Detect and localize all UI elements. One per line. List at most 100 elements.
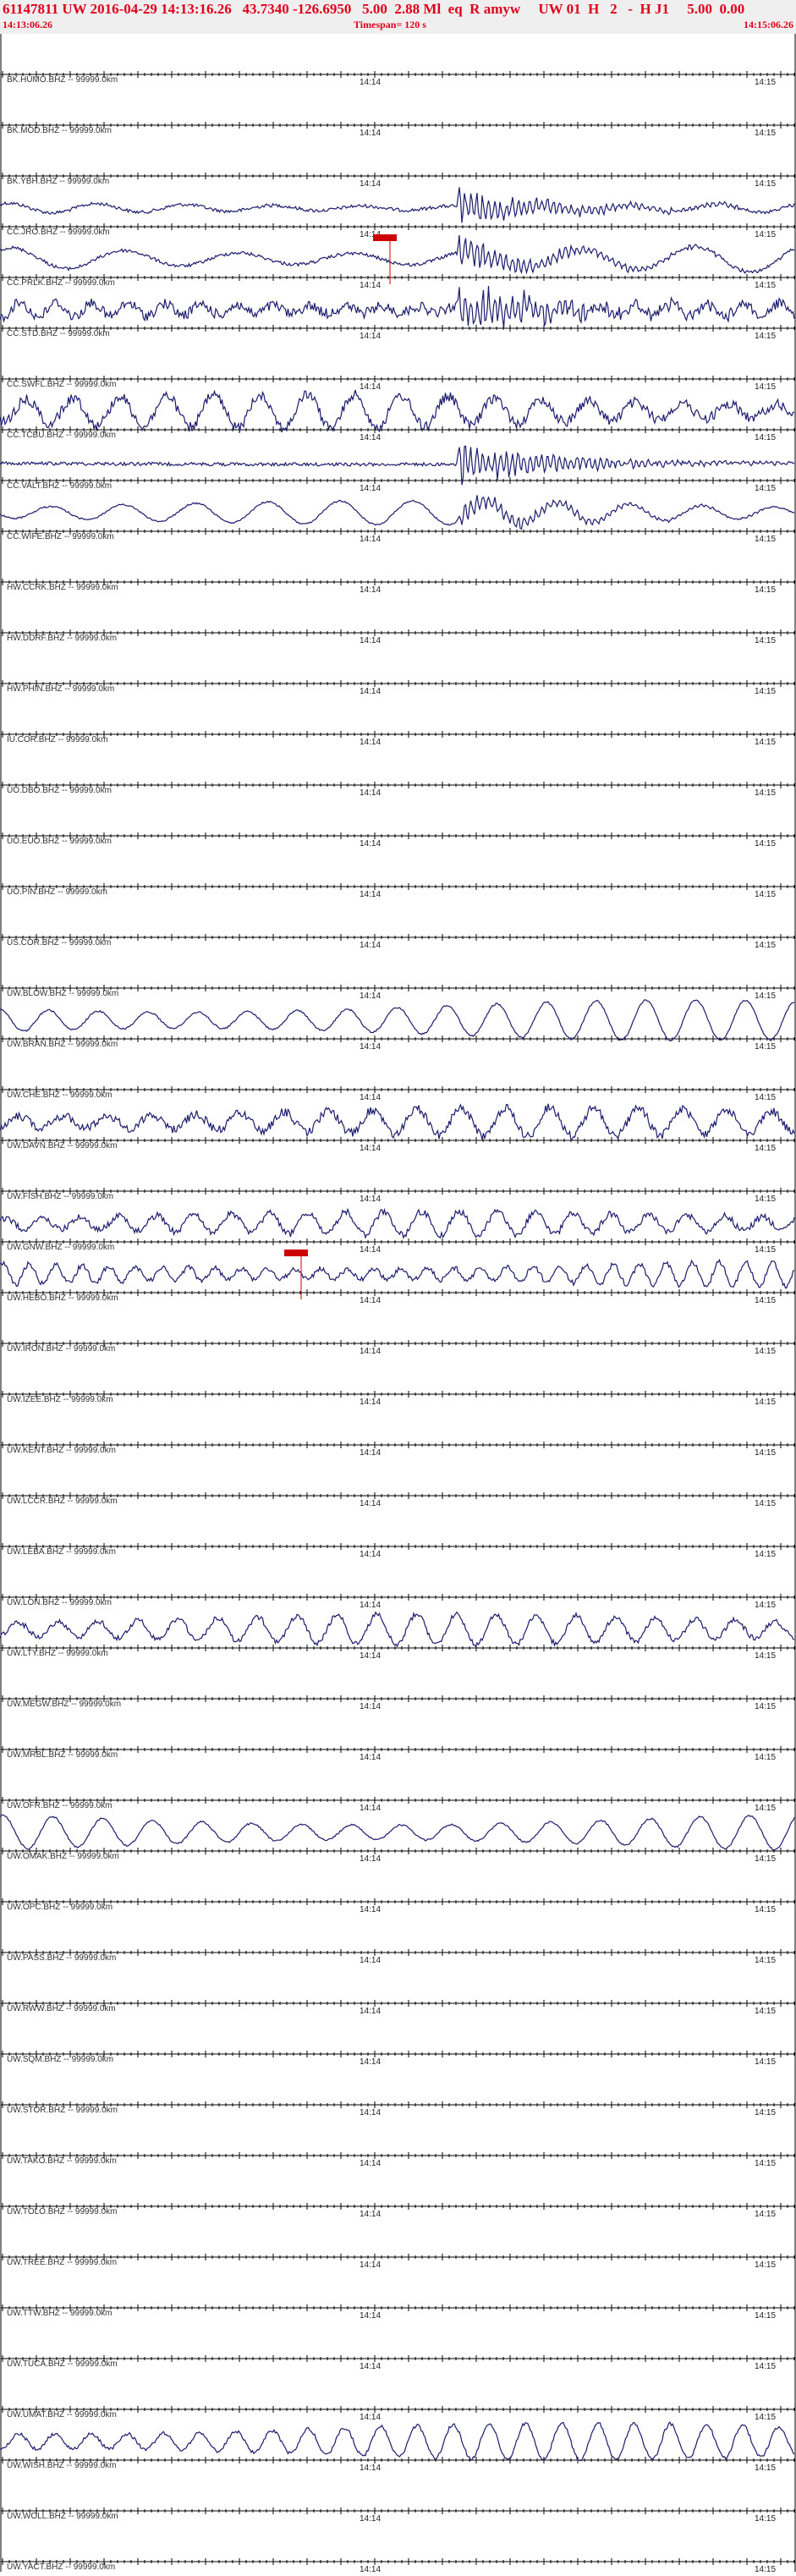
channel-row[interactable]: UO.DBO.BHZ -- 99999.0km 14:14 14:15: [0, 744, 796, 798]
channel-row[interactable]: CC.SWFL.BHZ -- 99999.0km 14:14 14:15: [0, 338, 796, 392]
tick-label-right: 14:15: [755, 382, 776, 392]
tick-label-mid: 14:14: [360, 1956, 381, 1965]
tick-label-mid: 14:14: [360, 1702, 381, 1711]
channel-row[interactable]: UW.OPC.BHZ -- 99999.0km 14:14 14:15: [0, 1861, 796, 1914]
channel-row[interactable]: CC.STD.BHZ -- 99999.0km 14:14 14:15: [0, 285, 796, 341]
channel-row[interactable]: BK.MOD.BHZ -- 99999.0km 14:14 14:15: [0, 85, 796, 138]
channel-row[interactable]: UW.UMAT.BHZ -- 99999.0km 14:14 14:15: [0, 2369, 796, 2422]
tick-label-mid: 14:14: [360, 1195, 381, 1204]
channel-row[interactable]: UW.PASS.BHZ -- 99999.0km 14:14 14:15: [0, 1912, 796, 1965]
channel-row[interactable]: UW.STOR.BHZ -- 99999.0km 14:14 14:15: [0, 2064, 796, 2117]
tick-label-right: 14:15: [755, 1195, 776, 1204]
channel-row[interactable]: UW.YACT.BHZ -- 99999.0km 14:14 14:15: [0, 2521, 796, 2574]
channel-label: UW.BRAN.BHZ -- 99999.0km: [7, 1040, 118, 1049]
channel-row[interactable]: UW.GNW.BHZ -- 99999.0km 14:14 14:15: [0, 1201, 796, 1255]
channel-row[interactable]: CC.VALT.BHZ -- 99999.0km 14:14 14:15: [0, 440, 796, 493]
channel-row[interactable]: CC.WIFE.BHZ -- 99999.0km 14:14 14:15: [0, 491, 796, 544]
tick-label-mid: 14:14: [360, 687, 381, 696]
waveform: [0, 999, 795, 1041]
channel-label: UW.YACT.BHZ -- 99999.0km: [7, 2562, 115, 2572]
channel-row[interactable]: UW.CHE.BHZ -- 99999.0km 14:14 14:15: [0, 1049, 796, 1102]
channel-row[interactable]: UW.MEGW.BHZ -- 99999.0km 14:14 14:15: [0, 1658, 796, 1711]
tick-label-mid: 14:14: [360, 1854, 381, 1864]
tick-label-right: 14:15: [755, 1601, 776, 1610]
tick-label-right: 14:15: [755, 2159, 776, 2168]
channel-row[interactable]: UW.LTY.BHZ -- 99999.0km 14:14 14:15: [0, 1607, 796, 1661]
channel-row[interactable]: UW.MRBL.BHZ -- 99999.0km 14:14 14:15: [0, 1709, 796, 1762]
tick-label-right: 14:15: [755, 2463, 776, 2473]
channel-row[interactable]: UW.OFR.BHZ -- 99999.0km 14:14 14:15: [0, 1760, 796, 1813]
channel-row[interactable]: UW.KENT.BHZ -- 99999.0km 14:14 14:15: [0, 1404, 796, 1458]
channel-row[interactable]: UW.LON.BHZ -- 99999.0km 14:14 14:15: [0, 1557, 796, 1610]
channel-row[interactable]: CC.PRLK.BHZ -- 99999.0km 14:14 14:15: [0, 234, 796, 290]
tick-label-right: 14:15: [755, 2007, 776, 2016]
phase-pick-marker[interactable]: [284, 1250, 308, 1256]
channel-label: HW.DDRF.BHZ -- 99999.0km: [7, 634, 117, 643]
channel-row[interactable]: UO.PIN.BHZ -- 99999.0km 14:14 14:15: [0, 846, 796, 899]
header-bar: 61147811 UW 2016-04-29 14:13:16.26 43.73…: [0, 0, 796, 34]
tick-label-mid: 14:14: [360, 738, 381, 747]
channel-row[interactable]: UW.SQM.BHZ -- 99999.0km 14:14 14:15: [0, 2013, 796, 2067]
tick-label-right: 14:15: [755, 1245, 776, 1255]
channel-row[interactable]: UW.OMAK.BHZ -- 99999.0km 14:14 14:15: [0, 1810, 796, 1864]
tick-label-right: 14:15: [755, 230, 776, 239]
tick-label-mid: 14:14: [360, 1651, 381, 1661]
channel-label: HW.CCRK.BHZ -- 99999.0km: [7, 583, 118, 592]
channel-row[interactable]: CC.TCBU.BHZ -- 99999.0km 14:14 14:15: [0, 389, 796, 442]
channel-row[interactable]: UW.BLOW.BHZ -- 99999.0km 14:14 14:15: [0, 947, 796, 1001]
tick-label-mid: 14:14: [360, 2311, 381, 2321]
tick-label-right: 14:15: [755, 2210, 776, 2219]
phase-pick-marker[interactable]: [373, 234, 397, 241]
channel-label: CC.PRLK.BHZ -- 99999.0km: [7, 278, 115, 288]
channel-row[interactable]: UW.WOLL.BHZ -- 99999.0km 14:14 14:15: [0, 2470, 796, 2524]
seismogram-panel[interactable]: BK.HUMO.BHZ -- 99999.0km 14:14 14:15 BK.MOD…: [0, 34, 796, 2576]
channel-row[interactable]: UW.RWW.BHZ -- 99999.0km 14:14 14:15: [0, 1963, 796, 2016]
channel-row[interactable]: HW.PHIN.BHZ -- 99999.0km 14:14 14:15: [0, 643, 796, 696]
timespan-label: Timespan= 120 s: [354, 19, 426, 30]
channel-row[interactable]: UW.IRON.BHZ -- 99999.0km 14:14 14:15: [0, 1303, 796, 1356]
channel-label: UW.TUCA.BHZ -- 99999.0km: [7, 2359, 118, 2369]
channel-row[interactable]: UW.FISH.BHZ -- 99999.0km 14:14 14:15: [0, 1151, 796, 1204]
tick-label-mid: 14:14: [360, 2210, 381, 2219]
channel-row[interactable]: UW.TREE.BHZ -- 99999.0km 14:14 14:15: [0, 2216, 796, 2270]
channel-label: CC.STD.BHZ -- 99999.0km: [7, 329, 110, 338]
tick-label-right: 14:15: [755, 890, 776, 899]
tick-label-right: 14:15: [755, 129, 776, 138]
channel-row[interactable]: UO.EUO.BHZ -- 99999.0km 14:14 14:15: [0, 795, 796, 849]
channel-label: IU.COR.BHZ -- 99999.0km: [7, 735, 107, 744]
channel-row[interactable]: BK.YBH.BHZ -- 99999.0km 14:14 14:15: [0, 135, 796, 189]
tick-label-right: 14:15: [755, 1854, 776, 1864]
tick-label-mid: 14:14: [360, 636, 381, 645]
tick-label-right: 14:15: [755, 2260, 776, 2270]
channel-row[interactable]: UW.TTW.BHZ -- 99999.0km 14:14 14:15: [0, 2267, 796, 2321]
channel-row[interactable]: CC.JRO.BHZ -- 99999.0km 14:14 14:15: [0, 186, 796, 239]
waveform: [0, 2421, 795, 2463]
trace-plot: BK.HUMO.BHZ -- 99999.0km 14:14 14:15BK.MOD…: [0, 34, 796, 2574]
channel-row[interactable]: BK.HUMO.BHZ -- 99999.0km 14:14 14:15: [0, 34, 796, 87]
tick-label-mid: 14:14: [360, 1601, 381, 1610]
channel-row[interactable]: UW.LEBA.BHZ -- 99999.0km 14:14 14:15: [0, 1506, 796, 1559]
channel-row[interactable]: UW.TOLO.BHZ -- 99999.0km 14:14 14:15: [0, 2166, 796, 2219]
channel-row[interactable]: UW.TAKO.BHZ -- 99999.0km 14:14 14:15: [0, 2115, 796, 2168]
waveform: [0, 1258, 795, 1289]
tick-label-mid: 14:14: [360, 2413, 381, 2422]
channel-row[interactable]: UW.IZEE.BHZ -- 99999.0km 14:14 14:15: [0, 1354, 796, 1407]
channel-label: BK.HUMO.BHZ -- 99999.0km: [7, 75, 118, 85]
channel-row[interactable]: HW.CCRK.BHZ -- 99999.0km 14:14 14:15: [0, 541, 796, 595]
channel-label: HW.PHIN.BHZ -- 99999.0km: [7, 684, 114, 694]
channel-row[interactable]: UW.DAVN.BHZ -- 99999.0km 14:14 14:15: [0, 1100, 796, 1153]
channel-row[interactable]: UW.LCCR.BHZ -- 99999.0km 14:14 14:15: [0, 1455, 796, 1508]
channel-row[interactable]: IU.COR.BHZ -- 99999.0km 14:14 14:15: [0, 694, 796, 747]
channel-row[interactable]: HW.DDRF.BHZ -- 99999.0km 14:14 14:15: [0, 592, 796, 645]
channel-label: UW.UMAT.BHZ -- 99999.0km: [7, 2410, 117, 2419]
channel-label: UW.OFR.BHZ -- 99999.0km: [7, 1801, 112, 1810]
channel-label: UW.TAKO.BHZ -- 99999.0km: [7, 2156, 117, 2166]
waveform: [0, 187, 795, 223]
tick-label-mid: 14:14: [360, 1753, 381, 1762]
channel-row[interactable]: US.COR.BHZ -- 99999.0km 14:14 14:15: [0, 897, 796, 950]
channel-row[interactable]: UW.BRAN.BHZ -- 99999.0km 14:14 14:15: [0, 998, 796, 1052]
channel-row[interactable]: UW.HEBO.BHZ -- 99999.0km 14:14 14:15: [0, 1250, 796, 1305]
tick-label-right: 14:15: [755, 535, 776, 544]
channel-row[interactable]: UW.WISH.BHZ -- 99999.0km 14:14 14:15: [0, 2419, 796, 2473]
channel-row[interactable]: UW.TUCA.BHZ -- 99999.0km 14:14 14:15: [0, 2318, 796, 2371]
